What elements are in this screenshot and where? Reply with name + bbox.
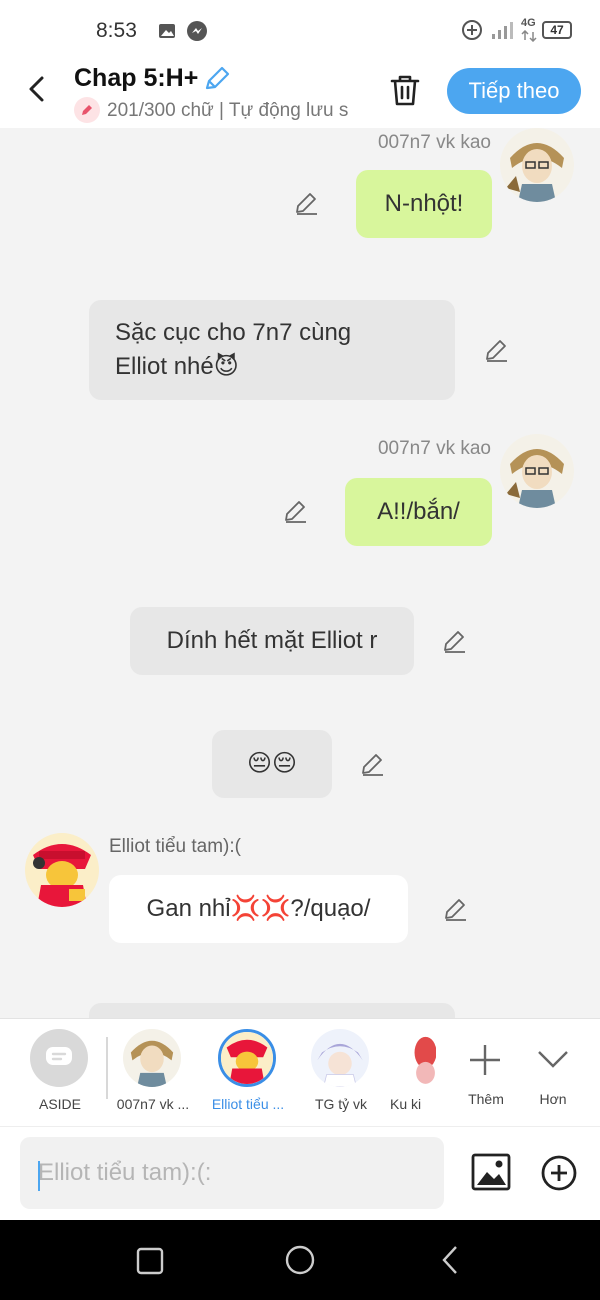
status-bar: 8:53 4G 47: [0, 0, 600, 60]
next-button[interactable]: Tiếp theo: [447, 68, 581, 114]
message-bubble[interactable]: A!!/bắn/: [345, 478, 492, 546]
message-line: Elliot nhé😈: [115, 353, 239, 380]
character-aside[interactable]: ASIDE: [18, 1029, 102, 1125]
character-portrait: [221, 1032, 273, 1084]
message-bubble[interactable]: Gan nhỉ💢💢?/quạo/: [109, 875, 408, 943]
chevron-down-icon: [538, 1051, 568, 1068]
avatar-elliot[interactable]: [25, 833, 99, 907]
edit-pencil-icon[interactable]: [484, 337, 510, 363]
text-cursor: [38, 1161, 40, 1191]
messenger-notification-icon: [187, 21, 207, 41]
pencil-fill-icon: [82, 105, 92, 115]
more-button[interactable]: Hơn: [511, 1029, 595, 1125]
character-label: Ku ki: [390, 1096, 422, 1112]
character-tg[interactable]: TG tỷ vk: [299, 1029, 383, 1125]
avatar-007n7[interactable]: [500, 128, 574, 202]
edit-pencil-icon[interactable]: [442, 628, 468, 654]
character-label: ASIDE: [38, 1096, 81, 1112]
character-portrait: [25, 833, 99, 907]
character-avatar: [123, 1029, 181, 1087]
character-portrait: [402, 1029, 436, 1087]
message-text: Sặc cục cho 7n7 cùng Elliot nhé😈: [115, 316, 351, 384]
editor-header: Chap 5:H+ 201/300 chữ | Tự động lưu s Ti…: [0, 60, 600, 128]
message-bubble[interactable]: N-nhột!: [356, 170, 492, 238]
word-count-status: 201/300 chữ | Tự động lưu s: [107, 100, 349, 121]
edit-pencil-icon[interactable]: [443, 896, 469, 922]
character-ku[interactable]: Ku ki: [380, 1029, 436, 1125]
message-sender: 007n7 vk kao: [377, 438, 491, 459]
message-input[interactable]: [20, 1137, 444, 1209]
aside-avatar: [30, 1029, 88, 1087]
character-portrait: [123, 1029, 181, 1087]
edit-pencil-icon[interactable]: [294, 190, 320, 216]
chat-area[interactable]: 007n7 vk kao N-nhột! Sặc cục cho 7n7 cùn…: [0, 128, 600, 1018]
aside-icon: [46, 1047, 72, 1065]
status-time: 8:53: [96, 19, 137, 42]
nav-back-icon[interactable]: [438, 1245, 462, 1275]
message-bubble[interactable]: Sặc cục cho 7n7 cùng Elliot nhé😈: [89, 300, 455, 400]
message-bubble[interactable]: 😔😔: [212, 730, 332, 798]
character-avatar: [402, 1029, 436, 1087]
plus-icon: [470, 1045, 500, 1075]
system-nav-bar: [0, 1220, 600, 1300]
word-count-badge: [74, 97, 100, 123]
character-label: Elliot tiểu ...: [211, 1096, 285, 1112]
character-portrait: [500, 434, 574, 508]
gallery-notification-icon: [159, 24, 175, 38]
message-bubble-partial[interactable]: [89, 1003, 455, 1018]
data-saver-icon: [462, 20, 482, 40]
chapter-title[interactable]: Chap 5:H+: [74, 64, 198, 93]
image-icon[interactable]: [471, 1153, 511, 1191]
message-bubble[interactable]: Dính hết mặt Elliot r: [130, 607, 414, 675]
trash-icon[interactable]: [388, 72, 422, 108]
back-icon[interactable]: [22, 72, 54, 106]
character-label: 007n7 vk ...: [116, 1096, 190, 1112]
more-label: Hơn: [539, 1091, 567, 1107]
divider: [106, 1037, 108, 1099]
edit-title-icon[interactable]: [202, 64, 232, 94]
character-007n7[interactable]: 007n7 vk ...: [111, 1029, 195, 1125]
composer: [0, 1126, 600, 1220]
add-circle-icon[interactable]: [540, 1154, 578, 1192]
character-selector: ASIDE 007n7 vk ... Elliot tiểu ... TG tỷ…: [0, 1018, 600, 1126]
character-avatar: [218, 1029, 276, 1087]
message-sender: 007n7 vk kao: [377, 132, 491, 153]
character-portrait: [500, 128, 574, 202]
data-arrows-icon: [521, 30, 537, 42]
character-elliot-selected[interactable]: Elliot tiểu ...: [206, 1029, 290, 1125]
battery-indicator: 47: [542, 21, 572, 39]
character-label: TG tỷ vk: [314, 1096, 368, 1112]
message-sender: Elliot tiểu tam):(: [109, 836, 241, 857]
recent-apps-icon[interactable]: [136, 1247, 164, 1275]
avatar-007n7[interactable]: [500, 434, 574, 508]
character-portrait: [311, 1029, 369, 1087]
home-icon[interactable]: [284, 1244, 316, 1276]
network-type: 4G: [521, 17, 536, 29]
signal-icon: [492, 22, 513, 39]
edit-pencil-icon[interactable]: [360, 751, 386, 777]
message-line: Sặc cục cho 7n7 cùng: [115, 319, 352, 346]
character-avatar: [311, 1029, 369, 1087]
edit-pencil-icon[interactable]: [283, 498, 309, 524]
